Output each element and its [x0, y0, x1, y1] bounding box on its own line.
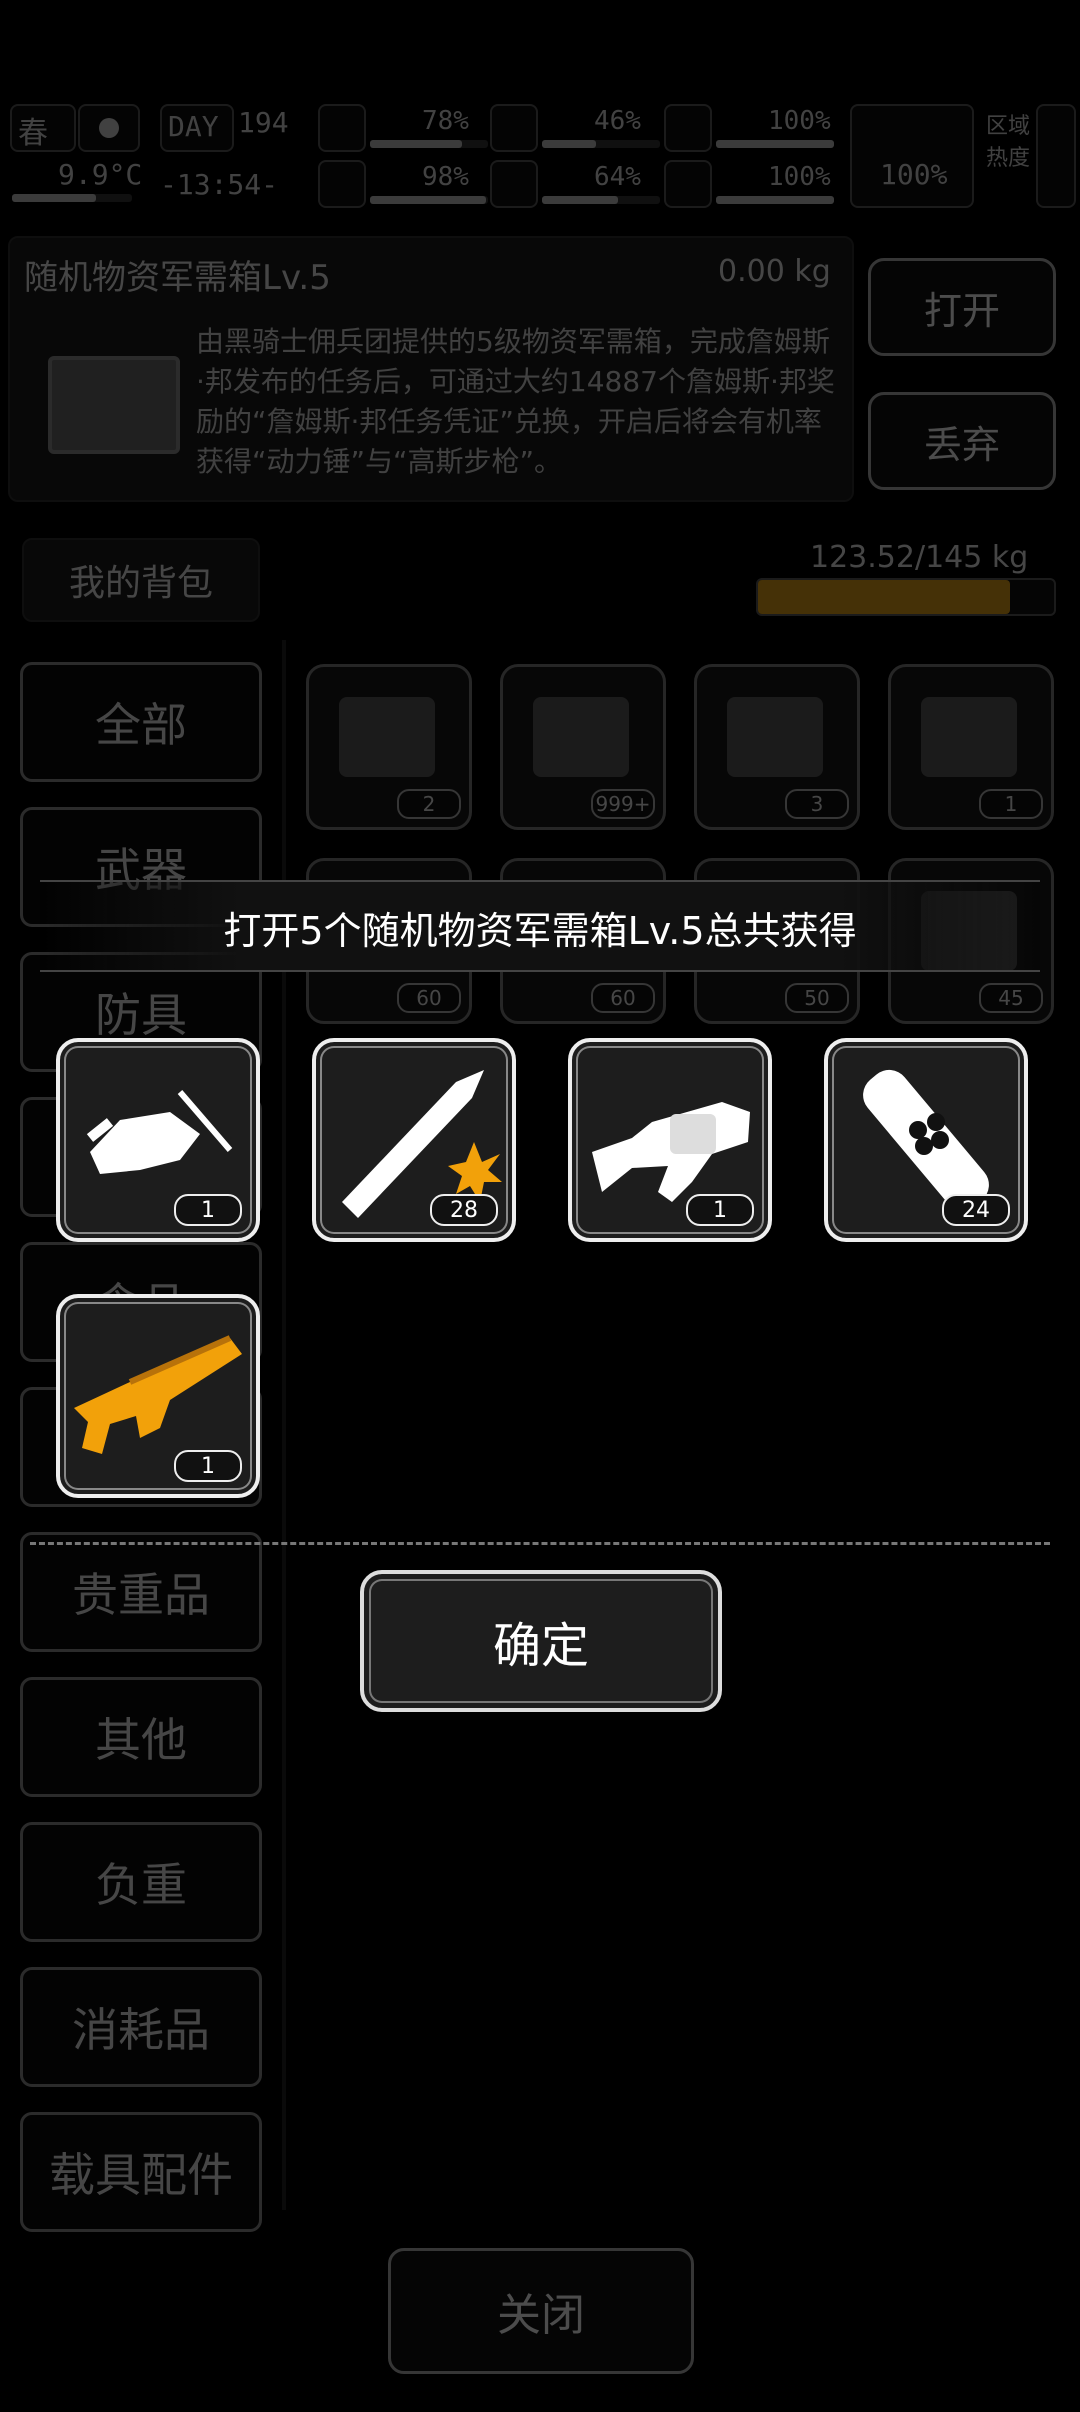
- confirm-button[interactable]: 确定: [360, 1570, 722, 1712]
- reward-modal: 打开5个随机物资军需箱Lv.5总共获得 1 28 1 24 1 确定: [0, 880, 1080, 1712]
- modal-title: 打开5个随机物资军需箱Lv.5总共获得: [223, 909, 857, 953]
- reward-tile[interactable]: 1: [56, 1038, 260, 1242]
- modal-divider: [30, 1542, 1050, 1545]
- reward-tile[interactable]: 1: [56, 1294, 260, 1498]
- confirm-button-label: 确定: [492, 1618, 589, 1674]
- reward-count: 24: [942, 1194, 1010, 1226]
- reward-count: 1: [686, 1194, 754, 1226]
- reward-tile[interactable]: 24: [824, 1038, 1028, 1242]
- reward-tile[interactable]: 28: [312, 1038, 516, 1242]
- reward-count: 1: [174, 1194, 242, 1226]
- reward-count: 28: [430, 1194, 498, 1226]
- reward-tile[interactable]: 1: [568, 1038, 772, 1242]
- reward-count: 1: [174, 1450, 242, 1482]
